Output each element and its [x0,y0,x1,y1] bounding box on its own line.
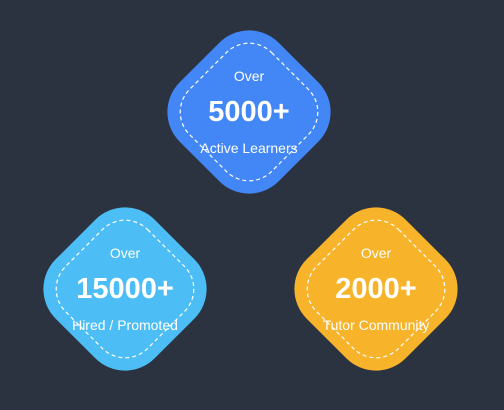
stat-prefix: Over [233,68,265,84]
stat-prefix: Over [360,245,392,261]
stat-caption: Hired / Promoted [72,317,178,333]
stat-value: 15000+ [76,273,174,305]
stat-card-tutor-community: Over 2000+ Tutor Community [272,185,480,393]
stat-prefix: Over [109,245,141,261]
stat-value: 5000+ [208,96,290,128]
stat-caption: Tutor Community [322,317,430,333]
stat-caption: Active Learners [200,140,298,156]
stat-card-hired-promoted: Over 15000+ Hired / Promoted [21,185,229,393]
stat-value: 2000+ [335,273,417,305]
